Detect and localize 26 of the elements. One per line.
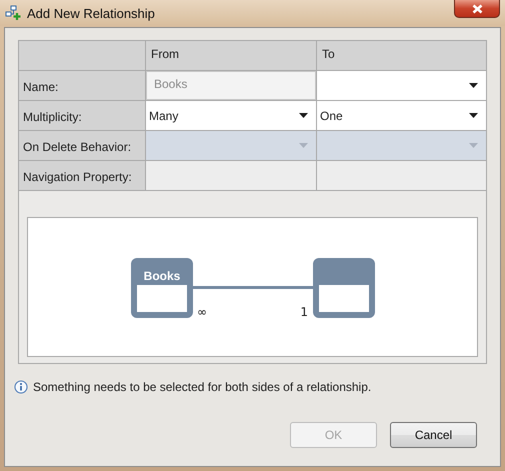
dropdown[interactable]: One bbox=[317, 101, 486, 130]
entity-name: Books bbox=[144, 269, 180, 283]
dropdown[interactable]: Many bbox=[146, 101, 316, 130]
dropdown[interactable] bbox=[317, 71, 486, 100]
dialog-button[interactable]: Cancel bbox=[390, 422, 477, 448]
row-label: Name: bbox=[19, 71, 145, 100]
column-header: From bbox=[146, 41, 316, 70]
caret-icon bbox=[299, 113, 308, 118]
caret-icon bbox=[299, 143, 308, 148]
close-icon bbox=[472, 4, 482, 14]
row-label: On Delete Behavior: bbox=[19, 131, 145, 160]
window-title: Add New Relationship bbox=[27, 6, 155, 20]
entity-shape bbox=[131, 258, 193, 318]
add-relationship-icon bbox=[5, 5, 21, 21]
multiplicity-label: ∞ bbox=[197, 305, 207, 319]
row-label: Navigation Property: bbox=[19, 161, 145, 190]
caret-icon bbox=[469, 83, 478, 88]
column-header: To bbox=[317, 41, 486, 70]
row-label: Multiplicity: bbox=[19, 101, 145, 130]
multiplicity-label: 1 bbox=[300, 305, 308, 319]
info-icon bbox=[14, 380, 28, 394]
close-button[interactable] bbox=[454, 0, 500, 18]
caret-icon bbox=[469, 143, 478, 148]
info-message: Something needs to be selected for both sides of a relationship. bbox=[33, 380, 372, 394]
caret-icon bbox=[469, 113, 478, 118]
entity-shape bbox=[313, 258, 375, 318]
